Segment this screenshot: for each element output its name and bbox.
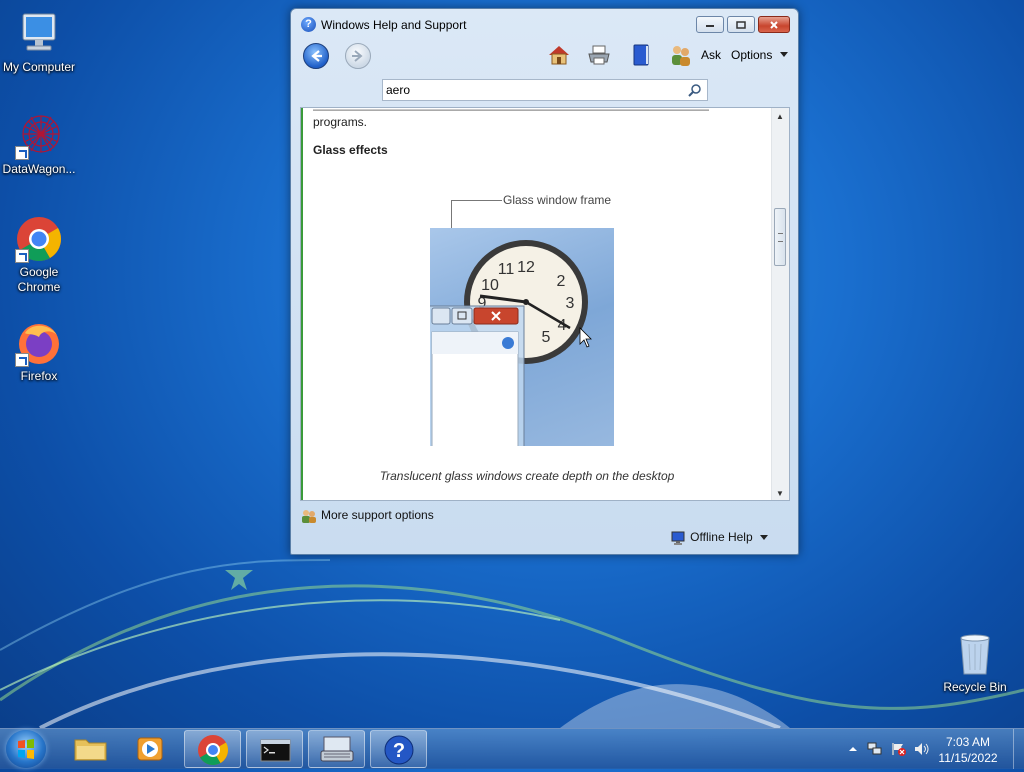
help-icon: ? <box>301 17 316 32</box>
paragraph-end: programs. <box>313 115 368 129</box>
windows-logo-icon <box>18 739 34 759</box>
search-box[interactable] <box>382 79 708 101</box>
forward-arrow-icon <box>352 50 363 62</box>
command-prompt-icon <box>260 739 291 762</box>
desktop-icon-label: DataWagon... <box>2 162 76 176</box>
svg-text:?: ? <box>393 740 405 762</box>
minimize-button[interactable] <box>696 16 724 33</box>
clock-date: 11/15/2022 <box>938 751 998 765</box>
maximize-icon <box>736 20 746 29</box>
clipped-text-line: ————————————————————————————————— <box>313 107 709 116</box>
taskbar-media-player-button[interactable] <box>122 730 179 768</box>
ask-people-icon[interactable] <box>669 43 693 67</box>
figure-caption: Translucent glass windows create depth o… <box>379 469 675 483</box>
folder-icon <box>74 739 107 761</box>
options-button[interactable]: Options <box>731 48 772 62</box>
desktop-icon-label: Google Chrome <box>17 265 61 294</box>
ask-button[interactable]: Ask <box>701 48 721 62</box>
svg-text:12: 12 <box>517 259 535 276</box>
print-icon[interactable] <box>587 43 611 67</box>
window-titlebar[interactable]: ? Windows Help and Support <box>291 9 798 39</box>
taskbar-chrome-button[interactable] <box>184 730 241 768</box>
support-people-icon <box>302 510 316 523</box>
back-button[interactable] <box>303 43 329 69</box>
maximize-button[interactable] <box>727 16 755 33</box>
chevron-down-icon[interactable] <box>780 52 788 58</box>
taskbar-help-button[interactable]: ? <box>370 730 427 768</box>
help-icon: ? <box>384 735 414 765</box>
window-toolbar: Ask Options <box>291 39 798 79</box>
vertical-scrollbar[interactable]: ▲ ▼ <box>771 108 789 500</box>
svg-text:5: 5 <box>542 329 551 346</box>
svg-text:11: 11 <box>498 261 515 278</box>
callout-line <box>451 200 502 229</box>
home-icon[interactable] <box>547 43 571 67</box>
figure-callout-label: Glass window frame <box>503 193 612 207</box>
desktop-icon-datawagon[interactable]: DataWagon... <box>0 112 79 177</box>
taskbar-osk-button[interactable] <box>308 730 365 768</box>
network-icon[interactable] <box>867 742 883 756</box>
scroll-down-arrow-icon[interactable]: ▼ <box>776 489 784 498</box>
action-center-flag-icon[interactable] <box>891 742 907 756</box>
datawagon-icon <box>15 112 63 160</box>
window-title: Windows Help and Support <box>321 18 467 32</box>
forward-button[interactable] <box>345 43 371 69</box>
close-icon <box>770 20 778 29</box>
desktop-icon-label: My Computer <box>2 60 76 74</box>
show-hidden-icons-icon[interactable] <box>845 742 861 756</box>
desktop-icon-recycle-bin[interactable]: Recycle Bin <box>935 630 1015 695</box>
scroll-up-arrow-icon[interactable]: ▲ <box>776 112 784 121</box>
clock-time: 7:03 AM <box>945 735 991 749</box>
desktop-icon-firefox[interactable]: Firefox <box>0 319 79 384</box>
offline-monitor-icon <box>671 531 685 545</box>
offline-help-label: Offline Help <box>690 530 753 545</box>
svg-text:2: 2 <box>557 273 566 290</box>
computer-icon <box>15 10 63 58</box>
chrome-icon <box>15 215 63 263</box>
help-window: ? Windows Help and Support Ask Options a… <box>290 8 799 555</box>
media-player-icon <box>137 737 163 761</box>
firefox-icon <box>15 319 63 367</box>
search-input[interactable] <box>386 82 676 98</box>
desktop-icon-my-computer[interactable]: My Computer <box>0 10 79 75</box>
desktop-icon-google-chrome[interactable]: Google Chrome <box>0 215 79 295</box>
on-screen-keyboard-icon <box>320 736 354 762</box>
section-heading: Glass effects <box>313 143 388 157</box>
taskbar-explorer-button[interactable] <box>62 730 119 768</box>
start-button[interactable] <box>6 730 46 768</box>
help-content-pane: ————————————————————————————————— progra… <box>300 107 790 501</box>
taskbar-cmd-button[interactable] <box>246 730 303 768</box>
desktop-icon-label: Firefox <box>20 369 58 383</box>
shortcut-arrow-icon <box>15 353 29 367</box>
back-arrow-icon <box>311 50 322 62</box>
minimize-icon <box>706 24 714 27</box>
search-icon[interactable] <box>688 83 702 97</box>
more-support-options-link[interactable]: More support options <box>301 508 434 524</box>
clock-gadget-illustration: 1223 4511109 <box>430 240 592 446</box>
show-desktop-button[interactable] <box>1013 729 1024 769</box>
close-button[interactable] <box>758 16 790 33</box>
desktop-icon-label: Recycle Bin <box>943 680 1007 694</box>
glass-effects-figure: 12 2 3 4 5 11 10 9 <box>430 228 614 446</box>
clock[interactable]: 7:03 AM 11/15/2022 <box>928 734 1008 766</box>
shortcut-arrow-icon <box>15 146 29 160</box>
browse-help-book-icon[interactable] <box>629 43 653 67</box>
more-support-label: More support options <box>321 508 434 523</box>
svg-text:10: 10 <box>481 277 499 294</box>
svg-text:3: 3 <box>566 295 575 312</box>
scrollbar-thumb[interactable] <box>774 208 786 266</box>
shortcut-arrow-icon <box>15 249 29 263</box>
offline-help-button[interactable]: Offline Help <box>670 530 768 546</box>
content-edge <box>301 108 303 500</box>
taskbar: ? 7:03 AM 11/15/2022 <box>0 728 1024 769</box>
chevron-down-icon <box>760 535 768 541</box>
chrome-icon <box>198 735 228 766</box>
recycle-bin-icon <box>951 630 999 678</box>
